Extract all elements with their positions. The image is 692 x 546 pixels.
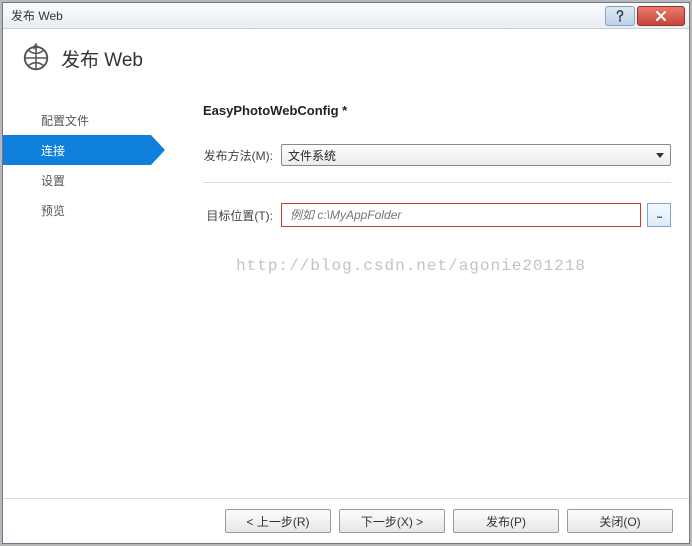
target-location-label: 目标位置(T):: [203, 207, 281, 224]
next-button[interactable]: 下一步(X) >: [339, 509, 445, 533]
titlebar: 发布 Web: [3, 3, 689, 29]
dialog-window: 发布 Web 发布 Web 配置文件 连接: [2, 2, 690, 544]
close-icon: [655, 10, 667, 22]
watermark-text: http://blog.csdn.net/agonie201218: [236, 257, 586, 275]
window-title: 发布 Web: [11, 7, 603, 24]
prev-button[interactable]: < 上一步(R): [225, 509, 331, 533]
sidebar: 配置文件 连接 设置 预览: [3, 85, 151, 498]
sidebar-item-label: 预览: [41, 202, 65, 219]
publish-method-select[interactable]: 文件系统: [281, 144, 671, 166]
sidebar-item-preview[interactable]: 预览: [3, 195, 151, 225]
content-area: EasyPhotoWebConfig * 发布方法(M): 文件系统 目标位置(…: [151, 85, 671, 498]
publish-method-row: 发布方法(M): 文件系统: [203, 144, 671, 166]
dialog-header: 发布 Web: [3, 29, 689, 85]
sidebar-item-label: 连接: [41, 142, 65, 159]
browse-button[interactable]: ...: [647, 203, 671, 227]
help-icon: [615, 10, 625, 22]
target-location-row: 目标位置(T): ...: [203, 203, 671, 227]
ellipsis-icon: ...: [656, 210, 661, 221]
page-title: 发布 Web: [61, 45, 143, 72]
close-dialog-button[interactable]: 关闭(O): [567, 509, 673, 533]
dialog-footer: < 上一步(R) 下一步(X) > 发布(P) 关闭(O): [3, 498, 689, 543]
config-title: EasyPhotoWebConfig *: [203, 103, 671, 118]
sidebar-item-settings[interactable]: 设置: [3, 165, 151, 195]
globe-icon: [21, 43, 51, 73]
sidebar-item-profile[interactable]: 配置文件: [3, 105, 151, 135]
dialog-body: 配置文件 连接 设置 预览 EasyPhotoWebConfig * 发布方法(…: [3, 85, 689, 498]
chevron-down-icon: [656, 153, 664, 158]
target-location-wrap: ...: [281, 203, 671, 227]
sidebar-item-label: 设置: [41, 172, 65, 189]
sidebar-item-connection[interactable]: 连接: [3, 135, 151, 165]
publish-method-label: 发布方法(M):: [203, 147, 281, 164]
close-button[interactable]: [637, 6, 685, 26]
help-button[interactable]: [605, 6, 635, 26]
target-location-input[interactable]: [281, 203, 641, 227]
publish-method-value: 文件系统: [288, 147, 336, 164]
divider: [203, 182, 671, 183]
publish-button[interactable]: 发布(P): [453, 509, 559, 533]
sidebar-item-label: 配置文件: [41, 112, 89, 129]
